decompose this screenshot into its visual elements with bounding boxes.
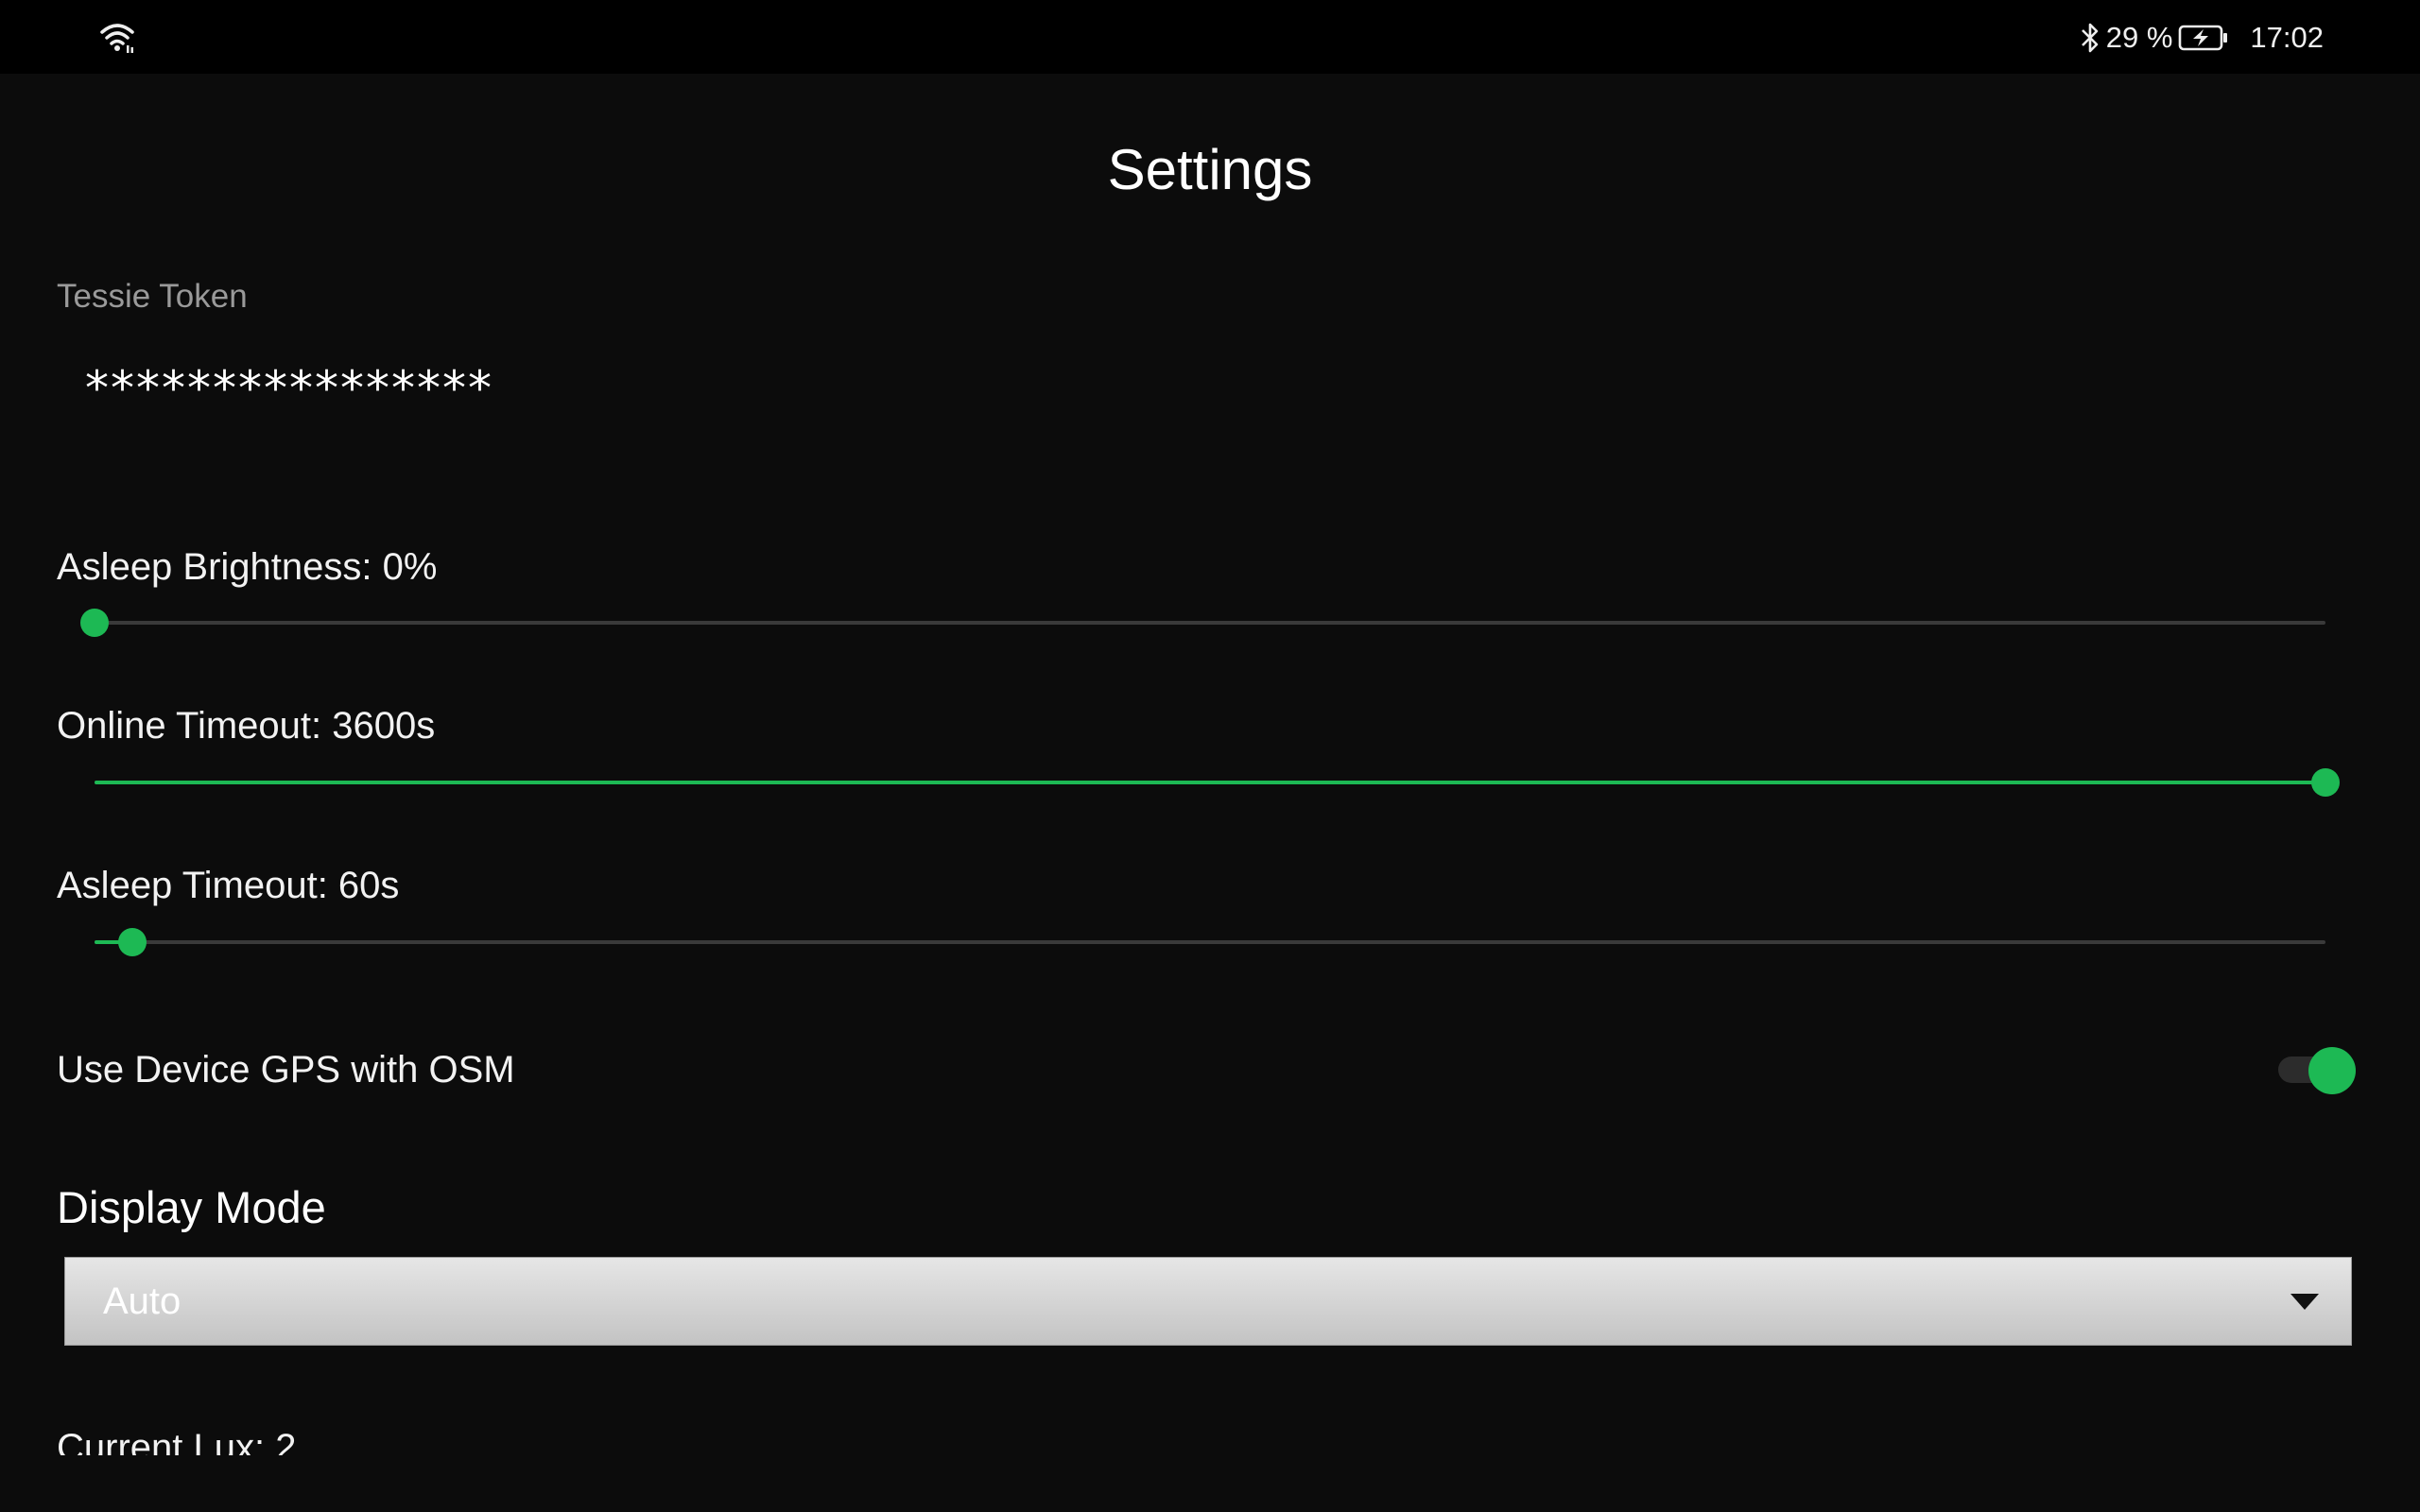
clock: 17:02 (2250, 21, 2324, 54)
toggle-thumb (2308, 1047, 2356, 1094)
battery-charging-icon (2179, 25, 2228, 51)
slider-thumb[interactable] (2311, 768, 2340, 797)
wifi-icon (100, 24, 134, 53)
page-title: Settings (1107, 138, 1313, 201)
gps-toggle[interactable] (2276, 1047, 2356, 1094)
slider-thumb[interactable] (118, 928, 147, 956)
display-mode-value: Auto (103, 1280, 182, 1322)
online-timeout-slider[interactable] (95, 764, 2340, 801)
gps-label: Use Device GPS with OSM (57, 1049, 515, 1091)
lux-row: Current Lux: 2 (0, 1418, 2420, 1455)
online-timeout-label: Online Timeout: 3600s (57, 705, 436, 747)
asleep-timeout-slider[interactable] (95, 923, 2325, 961)
asleep-brightness-label: Asleep Brightness: 0% (57, 546, 438, 588)
display-mode-select[interactable]: Auto (64, 1257, 2352, 1346)
asleep-brightness-slider[interactable] (80, 604, 2325, 642)
status-right: 29 % 17:02 (2080, 17, 2324, 59)
slider-track (95, 621, 2325, 625)
slider-track (95, 940, 2325, 944)
slider-thumb[interactable] (80, 609, 109, 637)
asleep-timeout-label: Asleep Timeout: 60s (57, 865, 400, 906)
slider-fill (95, 781, 2325, 784)
battery-percent: 29 % (2105, 21, 2173, 54)
display-mode-title: Display Mode (57, 1182, 326, 1232)
token-label: Tessie Token (57, 278, 248, 315)
current-lux-label: Current Lux: 2 (57, 1427, 297, 1455)
caret-down-icon (2290, 1294, 2319, 1310)
token-input[interactable] (57, 350, 2356, 427)
bluetooth-icon (2081, 23, 2099, 53)
status-bar: 29 % 17:02 (0, 0, 2420, 74)
